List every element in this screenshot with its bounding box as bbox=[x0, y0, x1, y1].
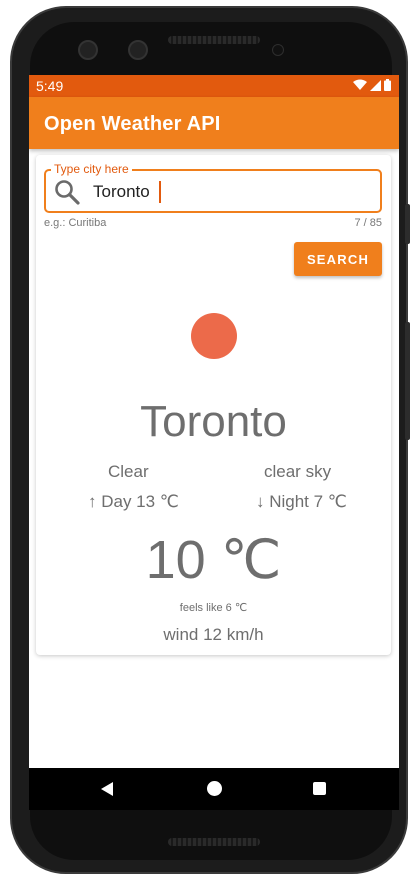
weather-card: Type city here e.g.: Curitiba 7 / 85 SEA… bbox=[36, 155, 391, 655]
status-bar: 5:49 bbox=[29, 75, 399, 97]
camera-icon bbox=[78, 40, 98, 60]
recents-icon[interactable] bbox=[313, 782, 326, 795]
search-icon bbox=[55, 180, 80, 205]
app-screen: 5:49 Open Weather API Type city here e.g… bbox=[29, 75, 399, 810]
night-temperature: ↓ Night 7 ℃ bbox=[256, 492, 347, 511]
speaker-grille bbox=[168, 36, 260, 44]
navigation-bar bbox=[29, 768, 399, 810]
signal-icon bbox=[370, 79, 381, 91]
battery-icon bbox=[384, 79, 391, 91]
text-cursor bbox=[159, 181, 161, 203]
wind-speed: wind 12 km/h bbox=[163, 625, 264, 644]
status-icons bbox=[353, 79, 391, 91]
power-button bbox=[405, 204, 410, 244]
city-search-field[interactable]: Type city here bbox=[44, 162, 382, 213]
camera-icon bbox=[128, 40, 148, 60]
character-counter: 7 / 85 bbox=[354, 217, 382, 229]
weather-description: clear sky bbox=[264, 462, 332, 481]
wifi-icon bbox=[353, 79, 367, 90]
feels-like-temperature: feels like 6 ℃ bbox=[179, 602, 248, 614]
status-time: 5:49 bbox=[36, 78, 64, 94]
current-temperature: 10 ℃ bbox=[145, 530, 282, 590]
weather-condition: Clear bbox=[108, 462, 149, 481]
city-field-label: Type city here bbox=[51, 162, 132, 176]
city-name: Toronto bbox=[140, 397, 287, 446]
sensor-icon bbox=[272, 44, 284, 56]
city-input[interactable] bbox=[93, 180, 353, 204]
volume-button bbox=[405, 322, 410, 440]
search-button[interactable]: SEARCH bbox=[294, 242, 382, 276]
weather-condition-icon bbox=[191, 313, 237, 359]
home-icon[interactable] bbox=[207, 781, 222, 796]
app-bar: Open Weather API bbox=[29, 97, 399, 149]
app-title: Open Weather API bbox=[44, 113, 221, 135]
city-helper-text: e.g.: Curitiba bbox=[44, 217, 107, 229]
back-icon[interactable] bbox=[99, 781, 115, 797]
speaker-grille-bottom bbox=[168, 838, 260, 846]
day-temperature: ↑ Day 13 ℃ bbox=[88, 492, 179, 511]
